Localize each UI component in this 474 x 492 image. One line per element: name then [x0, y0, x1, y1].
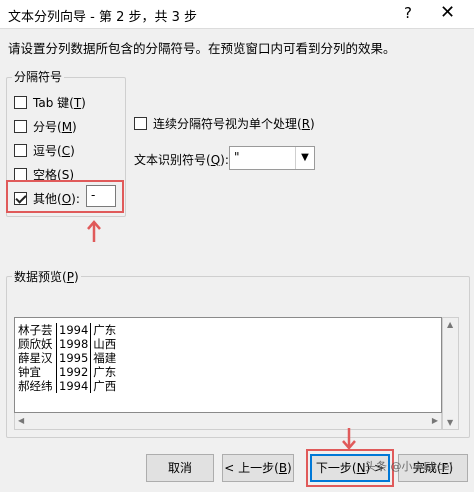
preview-legend: 数据预览(P) — [12, 268, 81, 285]
preview-cell: 1995 — [56, 351, 92, 365]
other-highlight-box — [6, 180, 124, 213]
checkbox-comma-box[interactable] — [14, 144, 27, 157]
arrow-down-icon — [342, 428, 356, 450]
preview-cell: 1998 — [56, 337, 92, 351]
qualifier-select[interactable]: " ▼ — [229, 146, 315, 170]
preview-horizontal-scrollbar[interactable]: ◀ ▶ — [14, 413, 442, 430]
qualifier-label: 文本识别符号(Q): — [134, 152, 229, 168]
checkbox-tab[interactable]: Tab 键(T) — [14, 94, 86, 111]
cancel-button[interactable]: 取消 — [146, 454, 214, 482]
checkbox-semicolon-box[interactable] — [14, 120, 27, 133]
delimiters-legend: 分隔符号 — [12, 68, 65, 85]
back-button[interactable]: < 上一步(B) — [222, 454, 294, 482]
preview-table: 林子芸 1994 广东 顾欣妖 1998 山西 薛星汉 1995 福建 钟宜 1992 广东 郝经纬 19… — [16, 323, 125, 393]
preview-row: 顾欣妖 1998 山西 — [16, 337, 125, 351]
preview-cell: 山西 — [93, 337, 117, 351]
preview-row: 薛星汉 1995 福建 — [16, 351, 125, 365]
preview-cell: 福建 — [93, 351, 117, 365]
checkbox-comma[interactable]: 逗号(C) — [14, 142, 75, 159]
close-icon[interactable]: ✕ — [440, 2, 455, 23]
qualifier-value: " — [234, 150, 240, 164]
watermark: 头条 @小小Excel — [365, 460, 453, 473]
checkbox-tab-label: Tab 键(T) — [33, 96, 86, 110]
preview-row: 郝经纬 1994 广西 — [16, 379, 125, 393]
scroll-right-icon[interactable]: ▶ — [432, 416, 438, 425]
title-bar: 文本分列向导 - 第 2 步，共 3 步 ? ✕ — [0, 0, 474, 29]
preview-cell: 钟宜 — [16, 365, 57, 379]
scroll-down-icon[interactable]: ▼ — [447, 418, 453, 427]
scroll-left-icon[interactable]: ◀ — [18, 416, 24, 425]
preview-cell: 广东 — [93, 323, 117, 337]
scroll-up-icon[interactable]: ▲ — [447, 320, 453, 329]
chevron-down-icon[interactable]: ▼ — [295, 147, 314, 169]
preview-cell: 林子芸 — [16, 323, 57, 337]
preview-cell: 薛星汉 — [16, 351, 57, 365]
preview-cell: 顾欣妖 — [16, 337, 57, 351]
checkbox-semicolon-label: 分号(M) — [33, 120, 77, 134]
preview-area[interactable]: 林子芸 1994 广东 顾欣妖 1998 山西 薛星汉 1995 福建 钟宜 1992 广东 郝经纬 19… — [14, 317, 442, 413]
preview-cell: 1994 — [56, 323, 92, 337]
preview-cell: 广东 — [93, 365, 117, 379]
preview-cell: 郝经纬 — [16, 379, 57, 393]
checkbox-comma-label: 逗号(C) — [33, 144, 75, 158]
preview-cell: 广西 — [93, 379, 117, 393]
checkbox-consecutive[interactable]: 连续分隔符号视为单个处理(R) — [134, 115, 315, 132]
checkbox-consecutive-label: 连续分隔符号视为单个处理(R) — [153, 117, 315, 131]
window-title: 文本分列向导 - 第 2 步，共 3 步 — [8, 10, 198, 25]
preview-vertical-scrollbar[interactable]: ▲ ▼ — [442, 317, 459, 430]
checkbox-semicolon[interactable]: 分号(M) — [14, 118, 77, 135]
instruction-text: 请设置分列数据所包含的分隔符号。在预览窗口内可看到分列的效果。 — [8, 41, 396, 56]
checkbox-tab-box[interactable] — [14, 96, 27, 109]
preview-cell: 1994 — [56, 379, 92, 393]
preview-cell: 1992 — [56, 365, 92, 379]
preview-row: 钟宜 1992 广东 — [16, 365, 125, 379]
help-icon[interactable]: ? — [404, 4, 412, 22]
arrow-up-icon — [87, 220, 101, 242]
preview-row: 林子芸 1994 广东 — [16, 323, 125, 337]
checkbox-consecutive-box[interactable] — [134, 117, 147, 130]
